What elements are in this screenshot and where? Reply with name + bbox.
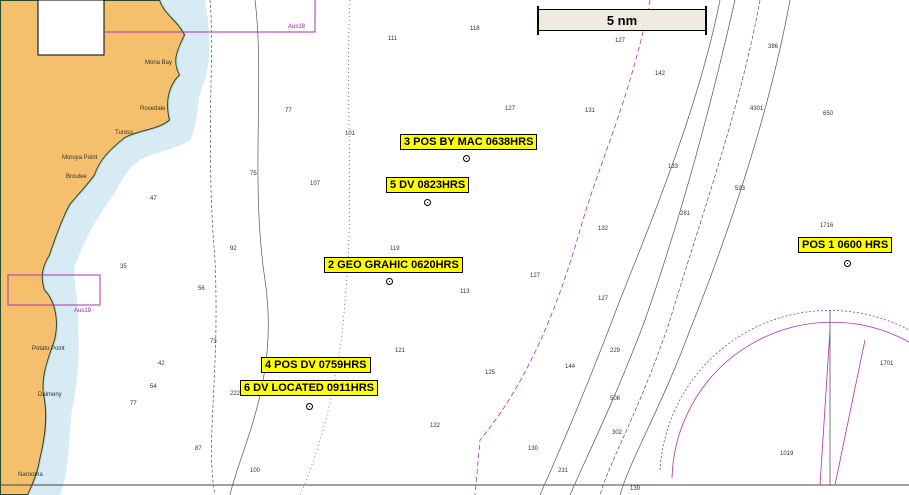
svg-text:122: 122: [430, 423, 441, 429]
place-name: Potato Point: [32, 346, 65, 352]
svg-text:386: 386: [768, 44, 779, 50]
svg-text:302: 302: [612, 430, 623, 436]
svg-text:56: 56: [198, 286, 205, 292]
svg-text:127: 127: [615, 38, 626, 44]
place-name: Dalmeny: [38, 392, 62, 398]
chart-limit-label: Aus18: [288, 24, 306, 30]
svg-text:139: 139: [630, 486, 641, 492]
svg-text:127: 127: [505, 106, 516, 112]
svg-text:42: 42: [158, 361, 165, 367]
svg-text:127: 127: [598, 296, 609, 302]
nautical-chart[interactable]: 111 118 127 142 386 127 131 133 523 281 132 119 …: [0, 0, 909, 495]
position-label-5[interactable]: 5 DV 0823HRS: [386, 177, 470, 193]
svg-text:77: 77: [130, 401, 137, 407]
svg-text:281: 281: [680, 211, 691, 217]
svg-text:47: 47: [150, 196, 157, 202]
scale-bar-label: 5 nm: [606, 13, 638, 28]
svg-text:100: 100: [250, 468, 261, 474]
position-label-1[interactable]: POS 1 0600 HRS: [798, 237, 893, 253]
chart-limit-label: Aus19: [74, 308, 92, 314]
svg-text:111: 111: [388, 36, 398, 42]
svg-text:133: 133: [668, 164, 679, 170]
position-label-2[interactable]: 2 GEO GRAHIC 0620HRS: [324, 257, 463, 273]
svg-text:131: 131: [585, 108, 596, 114]
svg-text:132: 132: [598, 226, 609, 232]
svg-text:523: 523: [735, 186, 746, 192]
svg-text:101: 101: [345, 131, 356, 137]
position-marker-6[interactable]: [306, 403, 313, 410]
svg-text:1716: 1716: [820, 223, 834, 229]
svg-text:35: 35: [120, 264, 127, 270]
svg-text:508: 508: [610, 396, 621, 402]
position-marker-1[interactable]: [844, 260, 851, 267]
legend-box: [37, 0, 105, 56]
position-label-3[interactable]: 3 POS BY MAC 0638HRS: [400, 134, 538, 150]
svg-text:125: 125: [485, 370, 496, 376]
svg-text:229: 229: [610, 348, 621, 354]
svg-text:1701: 1701: [880, 361, 894, 367]
svg-text:92: 92: [230, 246, 237, 252]
svg-text:650: 650: [823, 111, 834, 117]
svg-text:77: 77: [285, 108, 292, 114]
position-marker-2[interactable]: [386, 278, 393, 285]
chart-base-layer: 111118127 142386127 131133523 281132119 …: [0, 0, 909, 495]
svg-text:1019: 1019: [780, 451, 794, 457]
place-name: Tuross: [115, 130, 134, 136]
svg-text:75: 75: [250, 171, 257, 177]
place-name: Narooma: [18, 472, 43, 478]
svg-text:144: 144: [565, 364, 576, 370]
place-name: Rosedale: [140, 106, 166, 112]
position-marker-5[interactable]: [424, 199, 431, 206]
position-label-6[interactable]: 6 DV LOCATED 0911HRS: [240, 380, 379, 396]
position-label-4[interactable]: 4 POS DV 0759HRS: [261, 357, 371, 373]
svg-text:87: 87: [195, 446, 202, 452]
svg-text:107: 107: [310, 181, 321, 187]
land-area: [0, 0, 187, 495]
svg-text:130: 130: [528, 446, 539, 452]
svg-text:142: 142: [655, 71, 666, 77]
place-name: Broulee: [66, 174, 87, 180]
place-name: Mona Bay: [145, 60, 173, 66]
svg-text:54: 54: [150, 384, 157, 390]
svg-text:73: 73: [210, 339, 217, 345]
position-marker-3[interactable]: [463, 155, 470, 162]
svg-text:127: 127: [530, 273, 541, 279]
svg-text:121: 121: [395, 348, 406, 354]
svg-text:119: 119: [390, 246, 400, 252]
svg-text:113: 113: [460, 289, 470, 295]
svg-text:231: 231: [558, 468, 569, 474]
place-name: Moruya Point: [62, 155, 98, 161]
svg-text:4301: 4301: [750, 106, 764, 112]
scale-bar: 5 nm: [537, 6, 707, 35]
svg-text:118: 118: [470, 26, 480, 32]
